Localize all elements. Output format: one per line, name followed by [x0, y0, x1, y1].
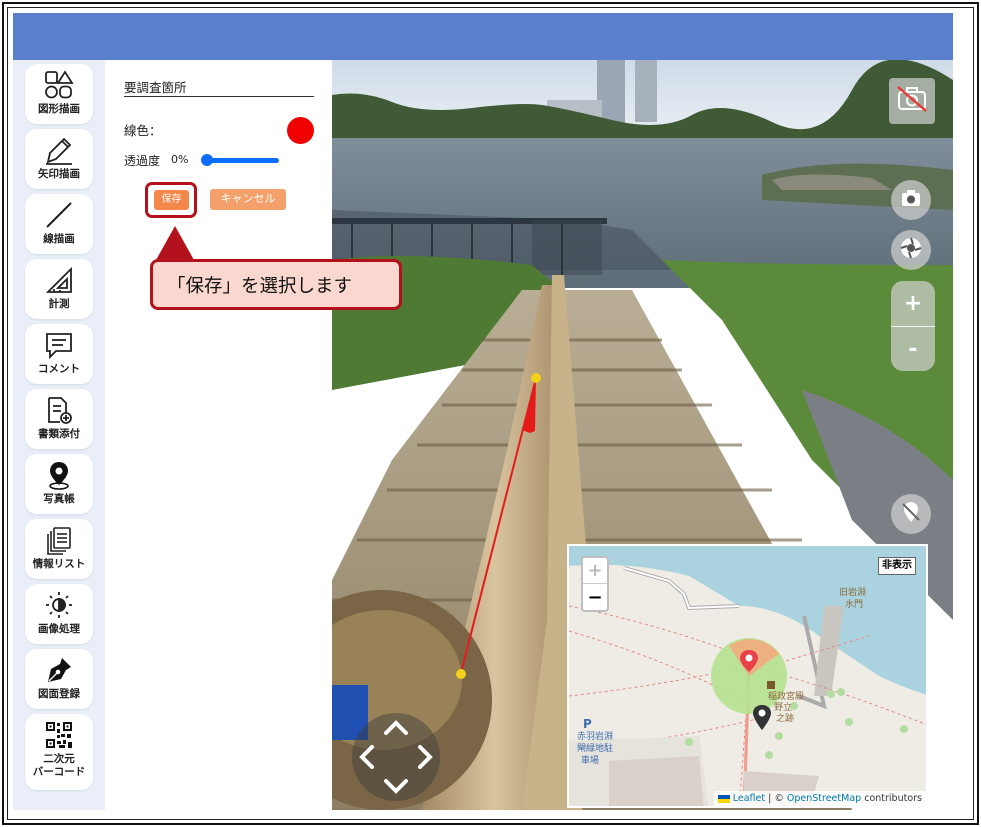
cancel-button[interactable]: キャンセル	[210, 189, 286, 210]
map-attribution: Leaflet | © OpenStreetMap contributors	[713, 791, 926, 806]
map-label: 稲政宮殿	[768, 692, 805, 702]
ruler-triangle-icon	[39, 262, 79, 298]
save-highlight-box	[145, 182, 197, 218]
map-label: 閘緑地駐	[577, 744, 614, 754]
location-off-icon	[900, 501, 922, 527]
opacity-slider-track[interactable]	[205, 158, 279, 163]
shutter-button[interactable]	[891, 230, 931, 270]
line-color-label: 線色：	[124, 123, 162, 138]
map-label: 之跡	[776, 714, 795, 724]
map-zoom-in-button[interactable]: +	[583, 558, 607, 584]
tool-info-list[interactable]: 情報リスト	[25, 519, 93, 579]
leaflet-link[interactable]: Leaflet	[733, 793, 765, 804]
tool-label: 画像処理	[38, 623, 80, 635]
tool-shape-draw[interactable]: 図形描画	[25, 64, 93, 124]
panel-title: 要調査箇所	[124, 80, 187, 95]
tool-photo-book[interactable]: 写真帳	[25, 454, 93, 514]
zoom-out-button[interactable]: -	[891, 327, 935, 372]
zoom-in-button[interactable]: +	[891, 281, 935, 326]
map-zoom-out-button[interactable]: −	[583, 584, 607, 610]
navigation-pad	[352, 713, 440, 801]
tool-comment[interactable]: コメント	[25, 324, 93, 384]
tool-drawing-register[interactable]: 図面登録	[25, 649, 93, 709]
map-label: 車場	[581, 756, 600, 766]
callout-text: 「保存」を選択します	[167, 276, 353, 297]
instruction-callout: 「保存」を選択します	[150, 259, 402, 310]
opacity-value: 0%	[171, 153, 189, 166]
nav-right-icon[interactable]	[418, 745, 433, 769]
tool-label: 図面登録	[38, 688, 80, 700]
app-header	[13, 13, 953, 60]
attribution-separator: | ©	[768, 793, 784, 804]
info-list-icon	[39, 522, 79, 558]
tool-label: 図形描画	[38, 103, 80, 115]
ukraine-flag-icon	[717, 794, 730, 803]
arrow-draw-icon	[39, 132, 79, 168]
tool-arrow-draw[interactable]: 矢印描画	[25, 129, 93, 189]
tool-label: 計測	[48, 298, 70, 310]
map-label: 旧岩淵	[839, 588, 867, 598]
tool-label: 矢印描画	[38, 168, 80, 180]
tool-image-process[interactable]: 画像処理	[25, 584, 93, 644]
aperture-icon	[900, 237, 922, 263]
osm-link[interactable]: OpenStreetMap	[787, 793, 861, 804]
nav-down-icon[interactable]	[384, 779, 408, 794]
tool-label: 線描画	[43, 233, 75, 245]
line-color-swatch[interactable]	[287, 117, 314, 144]
map-label: 赤羽岩淵	[577, 732, 614, 742]
no-photo-toggle-button[interactable]	[889, 78, 935, 124]
property-panel: 要調査箇所 線色： 透過度 0% 保存 キャンセル	[105, 60, 332, 810]
map-pin-icon	[39, 457, 79, 493]
brightness-icon	[39, 587, 79, 623]
parking-icon: P	[583, 717, 592, 731]
hide-location-button[interactable]	[891, 494, 931, 534]
camera-button[interactable]	[891, 180, 931, 220]
map-tiles	[569, 546, 926, 806]
nav-up-icon[interactable]	[384, 720, 408, 735]
opacity-label: 透過度	[124, 154, 161, 168]
tool-label: 書類添付	[38, 428, 80, 440]
tool-label-line2: バーコード	[32, 766, 86, 778]
map-label: 水門	[845, 600, 864, 610]
map-zoom-control: + −	[581, 556, 609, 612]
tool-sidebar: 図形描画 矢印描画 線描画 計測 コメント 書類添付 写真帳 情報リスト 画像処…	[13, 60, 105, 810]
tool-label: 情報リスト	[32, 558, 86, 570]
divider	[124, 96, 314, 97]
qr-code-icon	[39, 717, 79, 753]
tool-label: コメント	[38, 363, 80, 375]
map-label: 野立	[774, 703, 793, 713]
tool-label: 写真帳	[43, 493, 75, 505]
document-attach-icon	[39, 392, 79, 428]
tool-qr-barcode[interactable]: 二次元 バーコード	[25, 714, 93, 790]
line-draw-icon	[39, 197, 79, 233]
camera-off-icon	[896, 85, 928, 117]
pen-nib-icon	[39, 652, 79, 688]
tool-label: 二次元	[43, 753, 75, 765]
tool-line-draw[interactable]: 線描画	[25, 194, 93, 254]
minimap[interactable]: 旧岩淵 水門 稲政宮殿 野立 之跡 P 赤羽岩淵 閘緑地駐 車場 + − 非表示…	[567, 544, 928, 808]
nav-left-icon[interactable]	[359, 745, 374, 769]
opacity-slider-thumb[interactable]	[201, 154, 213, 166]
shapes-icon	[39, 67, 79, 103]
callout-pointer	[156, 226, 194, 260]
hide-map-button[interactable]: 非表示	[878, 557, 916, 575]
tool-measure[interactable]: 計測	[25, 259, 93, 319]
comment-icon	[39, 327, 79, 363]
tool-document-attach[interactable]: 書類添付	[25, 389, 93, 449]
attribution-suffix: contributors	[864, 793, 922, 804]
camera-icon	[901, 189, 921, 211]
zoom-control: + -	[891, 281, 935, 371]
